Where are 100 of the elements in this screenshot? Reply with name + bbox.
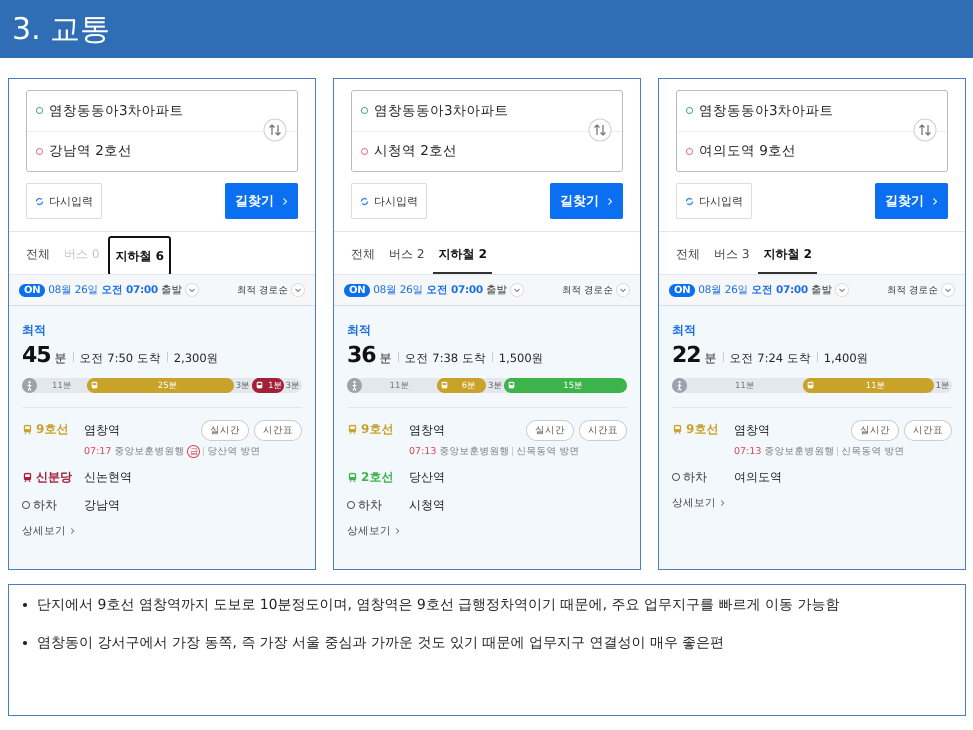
schedule-button[interactable]: 실시간 xyxy=(526,420,574,441)
swap-icon[interactable] xyxy=(263,118,287,142)
line-label: 2호선 xyxy=(361,468,394,486)
destination-dot-icon xyxy=(361,148,368,155)
schedule-button[interactable]: 실시간 xyxy=(851,420,899,441)
destination-dot-icon xyxy=(686,148,693,155)
dropdown-icon[interactable] xyxy=(510,283,524,297)
train-destination: 중앙보훈병원행 xyxy=(114,445,184,458)
segment-duration: 11분 xyxy=(734,380,756,392)
on-badge: ON xyxy=(669,284,696,296)
segment-duration: 1분 xyxy=(267,380,284,392)
train-time: 07:13 xyxy=(734,446,762,457)
alight-label: 하차 xyxy=(683,468,707,486)
refresh-icon xyxy=(35,196,44,206)
train-destination: 중앙보훈병원행 xyxy=(764,445,834,458)
details-link[interactable]: 상세보기 xyxy=(347,524,400,538)
train-direction: 신목동역 방면 xyxy=(516,445,580,458)
reset-button[interactable]: 다시입력 xyxy=(676,183,752,219)
duration-unit: 분 xyxy=(54,350,67,367)
station-name: 강남역 xyxy=(84,496,120,514)
refresh-icon xyxy=(685,196,694,206)
departure-date: 08월 26일 xyxy=(373,283,424,297)
refresh-icon xyxy=(360,196,369,206)
dropdown-icon[interactable] xyxy=(185,283,200,297)
departure-time: 오전 07:00 xyxy=(426,283,483,297)
train-icon xyxy=(22,472,33,482)
reset-button[interactable]: 다시입력 xyxy=(351,183,427,219)
search-button[interactable]: 길찾기 xyxy=(875,183,948,219)
filter-tab[interactable]: 전체 xyxy=(346,236,380,274)
reset-button[interactable]: 다시입력 xyxy=(26,183,102,219)
departure-label: 출발 xyxy=(160,283,182,297)
destination-field[interactable]: 강남역 2호선 xyxy=(49,142,132,160)
train-direction: 신목동역 방면 xyxy=(841,445,904,458)
search-button[interactable]: 길찾기 xyxy=(225,183,298,219)
note-text: 단지에서 9호선 염창역까지 도보로 10분정도이며, 염창역은 9호선 급행정차역이기 때문에, 주요 업무지구를 빠르게 이동 가능함 xyxy=(37,596,840,614)
train-time: 07:17 xyxy=(84,446,112,457)
station-name: 염창역 xyxy=(734,422,770,439)
filter-tab[interactable]: 버스 2 xyxy=(384,236,430,274)
schedule-button[interactable]: 시간표 xyxy=(254,420,302,441)
duration-value: 22 xyxy=(672,343,701,368)
arrival-time: 오전 7:50 도착 xyxy=(80,351,161,366)
fare: 2,300원 xyxy=(174,351,219,366)
origin-dot-icon xyxy=(36,107,43,114)
alight-label: 하차 xyxy=(33,496,57,514)
slide-title: 3. 교통 xyxy=(12,10,110,48)
train-icon xyxy=(347,472,358,482)
departure-date: 08월 26일 xyxy=(698,283,748,297)
origin-dot-icon xyxy=(686,107,693,114)
departure-time: 오전 07:00 xyxy=(101,283,158,297)
train-time: 07:13 xyxy=(409,446,436,457)
details-link[interactable]: 상세보기 xyxy=(22,524,75,538)
station-name: 당산역 xyxy=(409,468,445,486)
dropdown-icon[interactable] xyxy=(835,283,850,297)
walker-icon xyxy=(672,378,687,393)
walker-icon xyxy=(347,378,362,393)
arrival-time: 오전 7:24 도착 xyxy=(730,351,811,366)
origin-dot-icon xyxy=(361,107,368,114)
alight-icon xyxy=(347,501,355,509)
origin-field[interactable]: 염창동동아3차아파트 xyxy=(49,102,184,120)
bullet-icon xyxy=(23,603,27,607)
swap-icon[interactable] xyxy=(588,118,612,142)
line-label: 9호선 xyxy=(36,420,68,438)
chevron-right-icon xyxy=(932,196,938,206)
transfer-time: 3분 xyxy=(234,380,252,392)
destination-field[interactable]: 여의도역 9호선 xyxy=(699,142,796,160)
dropdown-icon[interactable] xyxy=(616,283,630,297)
bullet-icon xyxy=(23,641,27,645)
details-link[interactable]: 상세보기 xyxy=(672,496,725,510)
best-route-tag: 최적 xyxy=(672,322,952,339)
schedule-button[interactable]: 시간표 xyxy=(579,420,627,441)
schedule-button[interactable]: 시간표 xyxy=(904,420,952,441)
sort-label: 최적 경로순 xyxy=(886,284,938,296)
dropdown-icon[interactable] xyxy=(941,283,955,297)
origin-field[interactable]: 염창동동아3차아파트 xyxy=(374,102,509,120)
transfer-time: 3분 xyxy=(284,380,301,392)
on-badge: ON xyxy=(19,284,46,296)
note-text: 염창동이 강서구에서 가장 동쪽, 즉 가장 서울 중심과 가까운 것도 있기 때문에 업무지구 연결성이 매우 좋은편 xyxy=(37,634,724,652)
duration-unit: 분 xyxy=(704,350,717,367)
segment-duration: 11분 xyxy=(864,380,887,392)
origin-field[interactable]: 염창동동아3차아파트 xyxy=(699,102,834,120)
schedule-button[interactable]: 실시간 xyxy=(201,420,249,441)
filter-tab[interactable]: 버스 3 xyxy=(709,236,754,274)
sort-label: 최적 경로순 xyxy=(236,284,288,296)
station-name: 염창역 xyxy=(84,422,120,439)
train-icon xyxy=(22,424,33,434)
filter-tab[interactable]: 전체 xyxy=(21,236,55,274)
train-direction: 당산역 방면 xyxy=(207,445,260,458)
train-destination: 중앙보훈병원행 xyxy=(439,445,510,458)
on-badge: ON xyxy=(344,284,370,296)
segment-duration: 11분 xyxy=(50,380,73,392)
chevron-right-icon xyxy=(720,499,725,507)
search-button[interactable]: 길찾기 xyxy=(550,183,623,219)
swap-icon[interactable] xyxy=(913,118,937,142)
filter-tab[interactable]: 전체 xyxy=(671,236,705,274)
station-name: 여의도역 xyxy=(734,468,782,486)
duration-unit: 분 xyxy=(380,350,392,367)
dropdown-icon[interactable] xyxy=(291,283,305,297)
destination-field[interactable]: 시청역 2호선 xyxy=(374,142,457,160)
segment-duration: 6분 xyxy=(460,380,478,392)
departure-label: 출발 xyxy=(810,283,832,297)
